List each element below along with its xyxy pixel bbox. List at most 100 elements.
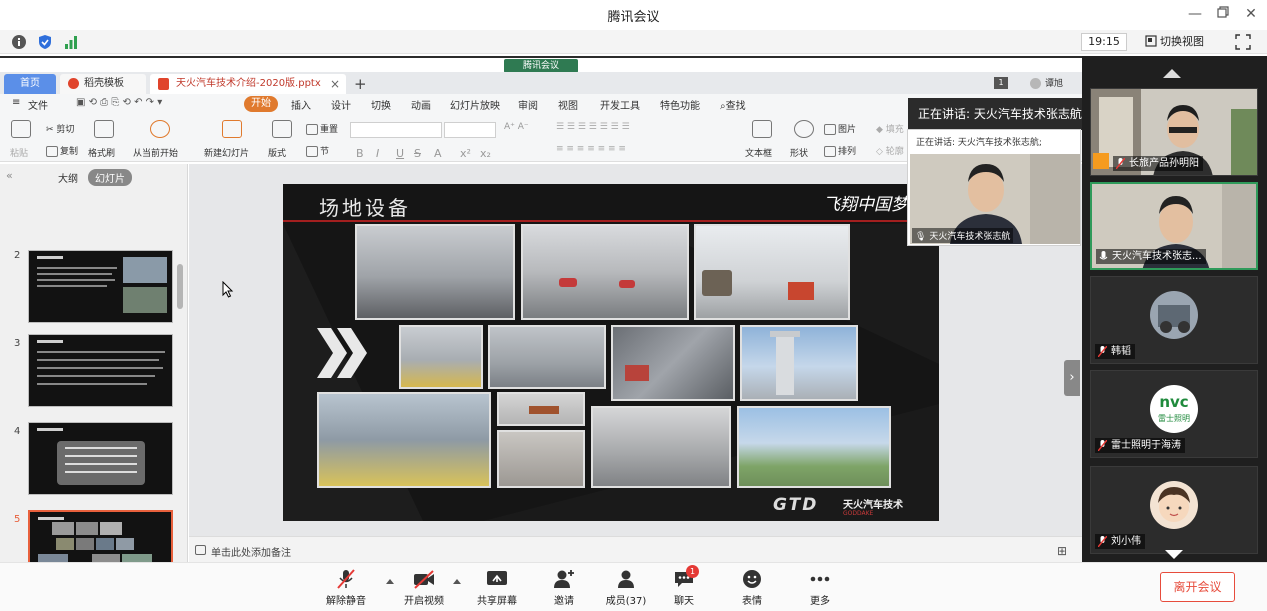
scroll-up-icon[interactable] [1163,69,1181,78]
shape-button[interactable]: 形状 [790,146,808,159]
scroll-down-icon[interactable] [1165,550,1183,559]
minimize-icon[interactable]: — [1184,3,1206,25]
bold-icon[interactable]: B [356,147,364,160]
picture-button[interactable]: 图片 [824,122,856,135]
menu-animation[interactable]: 动画 [411,97,431,112]
share-screen-button[interactable]: 共享屏幕 [465,569,529,609]
paste-label[interactable]: 粘贴 [10,146,28,159]
tab-close-icon[interactable]: × [330,74,340,94]
menu-transition[interactable]: 切换 [371,97,391,112]
menu-search[interactable]: ⌕查找 [720,97,746,112]
participant-tile[interactable]: 长旅产品孙明阳 [1090,88,1258,176]
reset-button[interactable]: 重置 [306,122,338,135]
leave-meeting-button[interactable]: 离开会议 [1160,572,1235,602]
menu-insert[interactable]: 插入 [291,97,311,112]
arrange-button[interactable]: 排列 [824,144,856,157]
underline-icon[interactable]: U [396,147,404,160]
menu-file[interactable]: 文件 [28,97,48,112]
switch-view-icon [1145,35,1157,47]
copy-button[interactable]: 复制 [46,144,78,157]
format-painter-icon[interactable] [94,120,114,138]
menu-start[interactable]: 开始 [244,96,278,112]
outline-button[interactable]: ◇ 轮廓 [876,144,904,157]
slide-thumbnail[interactable] [28,334,173,407]
info-icon[interactable] [10,33,28,51]
new-slide-button[interactable]: 新建幻灯片 [204,146,249,159]
list-icons[interactable]: ☰ ☰ ☰ ☰ ☰ ☰ ☰ [556,122,630,132]
quick-access-icons[interactable]: ▣ ⟲ ⎙ ⎘ ⟲ ↶ ↷ ▾ [76,97,162,108]
start-video-button[interactable]: 开启视频 [392,569,456,609]
collapse-panel-icon[interactable]: « [6,169,13,182]
thumb-title-bar [37,340,63,343]
layout-button[interactable]: 版式 [268,146,286,159]
textbox-icon[interactable] [752,120,772,138]
fill-button[interactable]: ◆ 填充 [876,122,904,135]
switch-view-button[interactable]: 切换视图 [1145,33,1204,51]
cut-button[interactable]: ✂ 剪切 [46,122,74,135]
signal-icon[interactable] [62,33,80,51]
speaker-video-popup[interactable]: 正在讲话: 天火汽车技术张志航; 🎙 天火汽车技术张志航 [907,129,1081,246]
font-size-select[interactable] [444,122,496,138]
slide-thumbnail[interactable] [28,422,173,495]
font-color-icon[interactable]: A [434,147,442,160]
close-icon[interactable]: ✕ [1240,3,1262,25]
thumb-image [92,554,120,562]
tab-docer[interactable]: 稻壳模板 [60,74,146,94]
layout-icon[interactable] [272,120,292,138]
font-grow-icon[interactable]: A⁺ A⁻ [504,122,529,132]
new-tab-button[interactable]: + [354,74,367,94]
participant-tile[interactable]: nvc 雷士照明 雷士照明于海涛 [1090,370,1258,458]
more-button[interactable]: 更多 [788,569,852,609]
section-button[interactable]: 节 [306,144,329,157]
strikethrough-icon[interactable]: S [414,147,421,160]
maximize-icon[interactable] [1212,3,1234,25]
members-button[interactable]: 成员(37) [594,569,658,609]
photo-hall-interior [355,224,515,320]
unmute-button[interactable]: 解除静音 [314,569,378,609]
reactions-button[interactable]: 表情 [720,569,784,609]
participant-tile-active[interactable]: 天火汽车技术张志... [1090,182,1258,270]
thumbnail-scrollbar[interactable] [177,264,183,309]
red-car-shape [559,278,577,287]
notes-bar[interactable]: 单击此处添加备注 ⊞ [189,536,1082,562]
fullscreen-icon[interactable] [1234,33,1252,51]
paste-icon[interactable] [11,120,31,138]
tower-top-shape [770,331,800,337]
font-family-select[interactable] [350,122,442,138]
play-from-current-button[interactable]: 从当前开始 [133,146,178,159]
slide-title: 场地设备 [319,196,411,220]
video-options-caret-icon[interactable] [453,579,461,584]
tab-document[interactable]: 天火汽车技术介绍-2020版.pptx × [150,74,346,94]
play-icon[interactable] [150,120,170,138]
menu-slideshow[interactable]: 幻灯片放映 [450,97,500,112]
menu-hamburger-icon[interactable]: ≡ [12,97,20,108]
italic-icon[interactable]: I [376,147,379,160]
participant-name: 长旅产品孙明阳 [1129,158,1199,169]
textbox-button[interactable]: 文本框 [745,146,772,159]
participant-tile[interactable]: 刘小伟 [1090,466,1258,554]
menu-developer[interactable]: 开发工具 [600,97,640,112]
menu-design[interactable]: 设计 [331,97,351,112]
tab-slides[interactable]: 幻灯片 [88,169,132,186]
new-slide-icon[interactable] [222,120,242,138]
superscript-icon[interactable]: x² [460,147,471,160]
subscript-icon[interactable]: x₂ [480,147,491,160]
slide-thumbnail-active[interactable] [28,510,173,562]
menu-review[interactable]: 审阅 [518,97,538,112]
align-icons[interactable]: ≡ ≡ ≡ ≡ ≡ ≡ ≡ [556,144,626,154]
security-shield-icon[interactable] [36,33,54,51]
format-painter-label[interactable]: 格式刷 [88,146,115,159]
shape-icon[interactable] [794,120,814,138]
current-slide[interactable]: 场地设备 飞翔中国梦 GTD 天火汽车技术 GODDAKE [283,184,939,521]
invite-button[interactable]: 邀请 [532,569,596,609]
slide-thumbnail[interactable] [28,250,173,323]
expand-panel-handle[interactable]: › [1064,360,1080,396]
tab-outline[interactable]: 大纲 [58,170,78,185]
tab-home[interactable]: 首页 [4,74,56,94]
menu-features[interactable]: 特色功能 [660,97,700,112]
wps-user[interactable]: 谭旭 [1030,76,1063,89]
menu-view[interactable]: 视图 [558,97,578,112]
grid-view-icon[interactable]: ⊞ [1057,544,1067,558]
participant-tile[interactable]: 韩韬 [1090,276,1258,364]
chat-button[interactable]: 1 聊天 [652,565,716,609]
